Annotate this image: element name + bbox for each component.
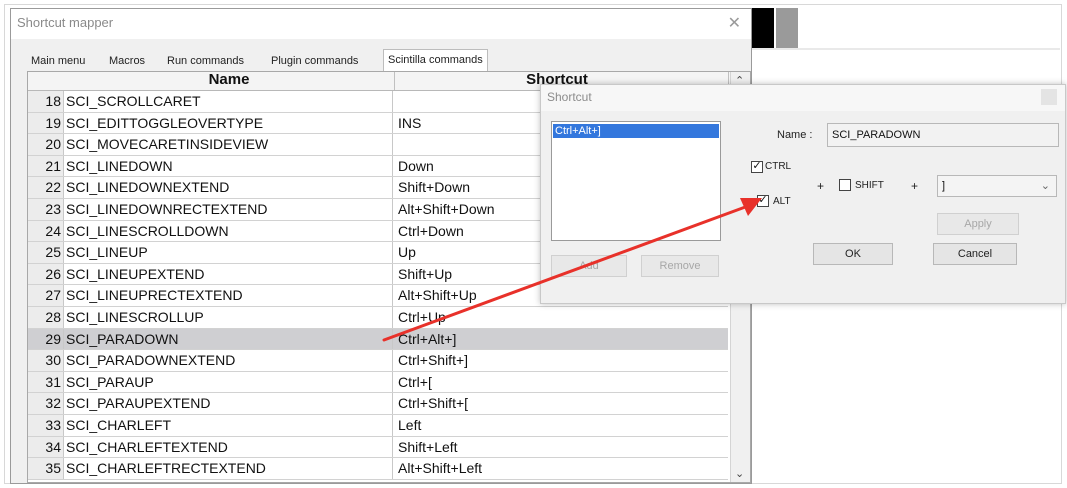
- command-name: SCI_MOVECARETINSIDEVIEW: [66, 134, 393, 155]
- tab-macros[interactable]: Macros: [105, 52, 149, 71]
- row-number: 23: [28, 198, 64, 220]
- shortcut-value: Ctrl+Shift+]: [398, 352, 469, 369]
- row-number: 33: [28, 414, 64, 436]
- command-name: SCI_PARADOWN: [66, 328, 393, 350]
- shortcut-list[interactable]: Ctrl+Alt+]: [551, 121, 721, 241]
- table-row[interactable]: 32 SCI_PARAUPEXTEND Ctrl+Shift+[: [28, 393, 728, 415]
- key-dropdown-value: ]: [942, 180, 946, 192]
- add-button[interactable]: Add: [551, 255, 627, 277]
- column-header-name[interactable]: Name: [64, 72, 394, 88]
- command-name: SCI_LINEUPRECTEXTEND: [66, 285, 393, 306]
- command-name: SCI_LINEDOWNRECTEXTEND: [66, 198, 393, 220]
- command-name: SCI_LINESCROLLDOWN: [66, 220, 393, 242]
- tab-main-menu[interactable]: Main menu: [27, 52, 89, 71]
- command-name: SCI_LINEDOWN: [66, 155, 393, 177]
- command-name: SCI_CHARLEFT: [66, 414, 393, 436]
- row-number: 20: [28, 134, 64, 155]
- cancel-button[interactable]: Cancel: [933, 243, 1017, 265]
- row-number: 24: [28, 220, 64, 242]
- background-window-edge: [752, 8, 774, 48]
- command-name: SCI_LINESCROLLUP: [66, 306, 393, 328]
- table-row[interactable]: 28 SCI_LINESCROLLUP Ctrl+Up: [28, 306, 728, 329]
- dialog-close-button[interactable]: [1041, 89, 1057, 105]
- table-row[interactable]: 35 SCI_CHARLEFTRECTEXTEND Alt+Shift+Left: [28, 458, 728, 480]
- command-name: SCI_LINEDOWNEXTEND: [66, 177, 393, 198]
- row-number: 26: [28, 263, 64, 285]
- ok-button[interactable]: OK: [813, 243, 893, 265]
- row-number: 21: [28, 155, 64, 177]
- background-divider: [752, 48, 1060, 50]
- command-name: SCI_PARADOWNEXTEND: [66, 350, 393, 371]
- row-number: 25: [28, 242, 64, 263]
- command-name: SCI_CHARLEFTRECTEXTEND: [66, 458, 393, 479]
- tab-plugin-commands[interactable]: Plugin commands: [267, 52, 362, 71]
- dialog-title: Shortcut: [547, 90, 592, 104]
- shortcut-value: Ctrl+[: [398, 373, 432, 390]
- ctrl-checkbox[interactable]: ✓: [751, 161, 763, 173]
- table-row[interactable]: 31 SCI_PARAUP Ctrl+[: [28, 371, 728, 394]
- close-icon[interactable]: ✕: [728, 13, 741, 33]
- apply-button[interactable]: Apply: [937, 213, 1019, 235]
- shift-label: SHIFT: [855, 180, 884, 191]
- row-number: 34: [28, 436, 64, 458]
- tab-run-commands[interactable]: Run commands: [163, 52, 248, 71]
- shortcut-value: Shift+Left: [398, 438, 458, 455]
- shortcut-value: Ctrl+Alt+]: [398, 330, 457, 347]
- command-name: SCI_CHARLEFTEXTEND: [66, 436, 393, 458]
- key-dropdown[interactable]: ] ⌄: [937, 175, 1057, 197]
- scroll-down-icon[interactable]: ⌄: [735, 467, 744, 480]
- title-bar: Shortcut mapper ✕: [11, 9, 751, 39]
- shortcut-value: Left: [398, 416, 422, 433]
- command-name: SCI_EDITTOGGLEOVERTYPE: [66, 112, 393, 134]
- table-row[interactable]: 33 SCI_CHARLEFT Left: [28, 414, 728, 437]
- shortcut-value: Alt+Shift+Left: [398, 460, 483, 477]
- shortcut-value: Ctrl+Up: [398, 308, 446, 325]
- shortcut-list-item[interactable]: Ctrl+Alt+]: [553, 124, 719, 138]
- name-label: Name :: [777, 129, 813, 141]
- alt-label: ALT: [773, 196, 791, 207]
- tab-scintilla-commands[interactable]: Scintilla commands: [383, 49, 488, 71]
- alt-checkbox[interactable]: ✓: [757, 195, 769, 207]
- remove-button[interactable]: Remove: [641, 255, 719, 277]
- ctrl-label: CTRL: [765, 161, 792, 172]
- chevron-down-icon: ⌄: [1040, 180, 1050, 192]
- table-row[interactable]: 29 SCI_PARADOWN Ctrl+Alt+]: [28, 328, 728, 351]
- row-number: 28: [28, 306, 64, 328]
- table-row[interactable]: 30 SCI_PARADOWNEXTEND Ctrl+Shift+]: [28, 350, 728, 372]
- background-window-edge: [776, 8, 798, 48]
- shortcut-dialog: Shortcut Ctrl+Alt+] Add Remove Name : SC…: [540, 84, 1066, 304]
- column-divider: [394, 72, 395, 90]
- plus-sign: +: [817, 179, 825, 193]
- plus-sign: +: [911, 179, 919, 193]
- command-name: SCI_LINEUP: [66, 242, 393, 263]
- row-number: 22: [28, 177, 64, 198]
- command-name: SCI_SCROLLCARET: [66, 91, 393, 112]
- dialog-title-bar: Shortcut: [541, 85, 1065, 111]
- shortcut-value: Ctrl+Shift+[: [398, 395, 469, 412]
- row-number: 29: [28, 328, 64, 350]
- row-number: 27: [28, 285, 64, 306]
- command-name: SCI_PARAUP: [66, 371, 393, 393]
- row-number: 35: [28, 458, 64, 479]
- command-name: SCI_PARAUPEXTEND: [66, 393, 393, 414]
- row-number: 32: [28, 393, 64, 414]
- row-number: 18: [28, 91, 64, 112]
- command-name: SCI_LINEUPEXTEND: [66, 263, 393, 285]
- row-number: 31: [28, 371, 64, 393]
- row-number: 30: [28, 350, 64, 371]
- name-field[interactable]: SCI_PARADOWN: [827, 123, 1059, 147]
- tab-bar: Main menu Macros Run commands Plugin com…: [27, 49, 747, 71]
- row-number: 19: [28, 112, 64, 134]
- table-row[interactable]: 34 SCI_CHARLEFTEXTEND Shift+Left: [28, 436, 728, 459]
- shift-checkbox[interactable]: [839, 179, 851, 191]
- window-title: Shortcut mapper: [17, 15, 114, 30]
